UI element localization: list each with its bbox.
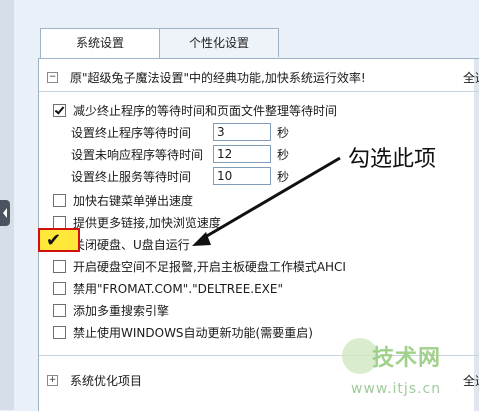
no-response-wait-input[interactable]: 12 bbox=[213, 145, 271, 163]
select-all-label[interactable]: 全选 bbox=[463, 372, 479, 389]
option-disk-alert[interactable]: 开启硬盘空间不足报警,开启主板硬盘工作模式AHCI bbox=[53, 255, 346, 277]
setting-label: 设置终止服务等待时间 bbox=[71, 169, 192, 184]
setting-service-wait: 设置终止服务等待时间 10 秒 bbox=[71, 165, 289, 187]
checkmark-icon: ✔ bbox=[46, 230, 62, 251]
section-optimize-header[interactable]: + 系统优化项目 bbox=[47, 369, 142, 391]
watermark-brand: 技术网 bbox=[372, 346, 442, 371]
annotation-text: 勾选此项 bbox=[348, 147, 437, 172]
terminate-wait-input[interactable]: 3 bbox=[213, 123, 271, 141]
setting-no-response-wait: 设置未响应程序等待时间 12 秒 bbox=[71, 143, 289, 165]
option-disable-cmd[interactable]: 禁用"FROMAT.COM"."DELTREE.EXE" bbox=[53, 277, 283, 299]
tab-personalization[interactable]: 个性化设置 bbox=[159, 28, 279, 57]
checkbox-more-links[interactable] bbox=[53, 215, 66, 229]
option-label: 开启硬盘空间不足报警,开启主板硬盘工作模式AHCI bbox=[73, 259, 346, 274]
service-wait-input[interactable]: 10 bbox=[213, 167, 271, 185]
option-windows-update[interactable]: 禁止使用WINDOWS自动更新功能(需要重启) bbox=[53, 321, 313, 343]
option-label: 加快右键菜单弹出速度 bbox=[73, 193, 194, 208]
collapse-handle[interactable] bbox=[0, 200, 10, 226]
tab-system-settings[interactable]: 系统设置 bbox=[40, 28, 160, 58]
option-label: 禁用"FROMAT.COM"."DELTREE.EXE" bbox=[73, 281, 283, 296]
highlight-marker: ✔ bbox=[38, 228, 80, 252]
checkbox-reduce-wait[interactable] bbox=[53, 103, 66, 117]
scrollbar[interactable] bbox=[474, 59, 479, 411]
option-label: 添加多重搜索引擎 bbox=[73, 303, 170, 318]
watermark-url: www.itjs.cn bbox=[351, 381, 442, 397]
option-label: 提供更多链接,加快浏览速度 bbox=[73, 215, 221, 230]
section-classic-header[interactable]: − 原"超级兔子魔法设置"中的经典功能,加快系统运行效率! bbox=[47, 66, 366, 88]
option-right-menu[interactable]: 加快右键菜单弹出速度 bbox=[53, 189, 193, 211]
divider bbox=[39, 91, 479, 92]
select-all-link-optimize[interactable]: 全选 bbox=[463, 369, 479, 391]
expand-icon[interactable]: + bbox=[47, 374, 58, 386]
checkbox-disable-cmd[interactable] bbox=[53, 281, 66, 295]
collapse-icon[interactable]: − bbox=[47, 71, 58, 83]
unit-label: 秒 bbox=[277, 169, 290, 184]
window: 系统设置 个性化设置 − 原"超级兔子魔法设置"中的经典功能,加快系统运行效率!… bbox=[0, 0, 479, 411]
option-label: 关闭硬盘、U盘自运行 bbox=[73, 237, 190, 252]
select-all-link-classic[interactable]: 全选 bbox=[463, 66, 479, 88]
section-classic-title: 原"超级兔子魔法设置"中的经典功能,加快系统运行效率! bbox=[70, 70, 366, 85]
checkbox-windows-update[interactable] bbox=[53, 325, 66, 339]
section-optimize-title: 系统优化项目 bbox=[70, 373, 143, 388]
setting-terminate-wait: 设置终止程序等待时间 3 秒 bbox=[71, 121, 289, 143]
checkbox-disk-alert[interactable] bbox=[53, 259, 66, 273]
checkbox-right-menu[interactable] bbox=[53, 193, 66, 207]
option-multi-search[interactable]: 添加多重搜索引擎 bbox=[53, 299, 169, 321]
option-label: 减少终止程序的等待时间和页面文件整理等待时间 bbox=[73, 103, 338, 118]
unit-label: 秒 bbox=[277, 125, 290, 140]
select-all-label[interactable]: 全选 bbox=[463, 69, 479, 86]
tab-bar: 系统设置 个性化设置 bbox=[40, 28, 279, 58]
option-label: 禁止使用WINDOWS自动更新功能(需要重启) bbox=[73, 325, 313, 340]
option-reduce-wait[interactable]: 减少终止程序的等待时间和页面文件整理等待时间 bbox=[53, 99, 337, 121]
checkbox-multi-search[interactable] bbox=[53, 303, 66, 317]
unit-label: 秒 bbox=[277, 147, 290, 162]
setting-label: 设置终止程序等待时间 bbox=[71, 125, 192, 140]
setting-label: 设置未响应程序等待时间 bbox=[71, 147, 204, 162]
